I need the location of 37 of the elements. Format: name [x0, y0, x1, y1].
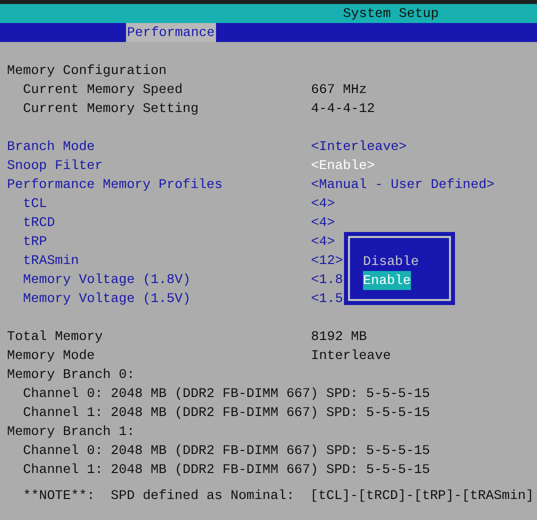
setting-label: Total Memory	[7, 329, 103, 344]
setting-value[interactable]: <12>	[311, 251, 343, 270]
setting-value[interactable]: <Manual - User Defined>	[311, 175, 495, 194]
setting-label: Memory Voltage (1.8V)	[23, 272, 191, 287]
setting-value[interactable]: <4>	[311, 194, 335, 213]
setting-label: Channel 1: 2048 MB (DDR2 FB-DIMM 667) SPD: 5-5-5-15	[23, 462, 430, 477]
note-text: **NOTE**: SPD defined as Nominal: [tCL]-[tRCD]-[tRP]-[tRASmin]	[23, 487, 534, 505]
setting-label: Memory Branch 0:	[7, 367, 135, 382]
setting-label: Memory Mode	[7, 348, 95, 363]
setting-value: Interleave	[311, 347, 391, 365]
popup-option[interactable]: Enable	[363, 271, 411, 290]
setting-label: Memory Voltage (1.5V)	[23, 291, 191, 306]
setting-label: Snoop Filter	[7, 158, 103, 173]
setting-label: tCL	[23, 196, 47, 211]
setting-label: Memory Branch 1:	[7, 424, 135, 439]
setting-label: Current Memory Speed	[23, 82, 183, 97]
setting-label: tRCD	[23, 215, 55, 230]
setting-value[interactable]: <1.8	[311, 270, 343, 289]
setting-value[interactable]: <4>	[311, 213, 335, 232]
setting-value: 8192 MB	[311, 328, 367, 346]
setting-label: Channel 0: 2048 MB (DDR2 FB-DIMM 667) SPD: 5-5-5-15	[23, 386, 430, 401]
setting-label: Channel 1: 2048 MB (DDR2 FB-DIMM 667) SPD: 5-5-5-15	[23, 405, 430, 420]
setting-value: 4-4-4-12	[311, 100, 375, 118]
setting-value[interactable]: <Interleave>	[311, 137, 407, 156]
setting-value[interactable]: <4>	[311, 232, 335, 251]
setting-label: tRP	[23, 234, 47, 249]
setting-label: Branch Mode	[7, 139, 95, 154]
setting-label: tRASmin	[23, 253, 79, 268]
setting-label: Current Memory Setting	[23, 101, 199, 116]
window-title: System Setup	[343, 6, 439, 21]
tab[interactable]: Performance	[126, 23, 216, 42]
popup-option[interactable]: Disable	[363, 252, 419, 271]
setting-value[interactable]: <1.5	[311, 289, 343, 308]
setting-label: Channel 0: 2048 MB (DDR2 FB-DIMM 667) SPD: 5-5-5-15	[23, 443, 430, 458]
setting-label: Performance Memory Profiles	[7, 177, 222, 192]
setting-label: Memory Configuration	[7, 63, 167, 78]
setting-value: 667 MHz	[311, 81, 367, 99]
